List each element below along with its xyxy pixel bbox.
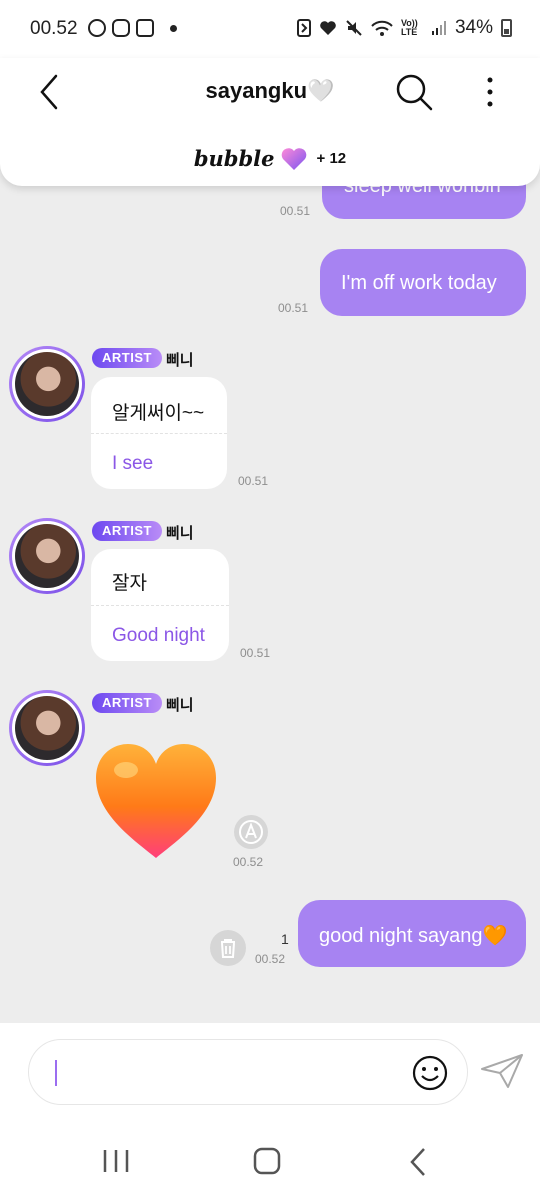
message-time: 00.52	[255, 952, 286, 966]
status-time: 00.52	[30, 18, 78, 39]
system-nav-bar	[0, 1123, 540, 1199]
battery-percent: 34%	[454, 17, 493, 38]
message-text: 잘자	[112, 573, 147, 594]
divider	[91, 605, 229, 606]
translated-text: I see	[112, 453, 154, 474]
trash-icon[interactable]	[209, 929, 247, 967]
heart-icon	[320, 21, 336, 35]
emoji-icon[interactable]	[411, 1054, 449, 1092]
artist-message-card[interactable]: 알게써이~~ I see	[91, 377, 227, 489]
message-text: good night sayang🧡	[319, 925, 508, 947]
instagram-icon	[136, 19, 154, 37]
network-label: Vo)) LTE	[400, 18, 418, 37]
artist-badge: ARTIST	[92, 521, 162, 541]
outgoing-message[interactable]: good night sayang🧡	[298, 900, 526, 967]
more-notifications-dot	[170, 24, 177, 32]
message-time: 00.52	[233, 855, 264, 869]
artist-name: 삐니	[166, 697, 194, 714]
bubble-heart-logo-icon	[281, 147, 306, 170]
subscriber-count: + 12	[316, 150, 347, 167]
orange-heart-emoji-icon[interactable]	[94, 742, 218, 860]
line-icon	[112, 19, 130, 37]
message-time: 00.51	[238, 474, 269, 488]
send-icon[interactable]	[480, 1051, 524, 1091]
translate-icon[interactable]	[232, 813, 270, 851]
signal-icon	[431, 21, 446, 35]
home-icon[interactable]	[253, 1147, 281, 1175]
nfc-icon	[296, 19, 311, 37]
message-time: 00.51	[240, 646, 271, 660]
artist-name: 삐니	[166, 352, 194, 369]
message-time: 00.51	[280, 204, 311, 218]
artist-badge: ARTIST	[92, 348, 162, 368]
artist-message-card[interactable]: 잘자 Good night	[91, 549, 229, 661]
status-bar: 00.52 Vo)) LTE 34%	[0, 0, 540, 58]
artist-avatar[interactable]	[9, 518, 85, 594]
recent-apps-icon[interactable]	[101, 1148, 131, 1174]
mute-icon	[346, 20, 362, 36]
artist-badge: ARTIST	[92, 693, 162, 713]
artist-name: 삐니	[166, 525, 194, 542]
search-icon[interactable]	[394, 72, 434, 112]
more-options-icon[interactable]	[478, 72, 502, 112]
text-caret	[55, 1060, 57, 1086]
message-time: 00.51	[278, 301, 309, 315]
system-icons: Vo)) LTE 34%	[296, 17, 512, 39]
bubble-brand: bubble + 12	[0, 146, 540, 171]
battery-icon	[501, 19, 512, 37]
outgoing-message[interactable]: I'm off work today	[320, 249, 526, 316]
artist-avatar[interactable]	[9, 346, 85, 422]
whatsapp-icon	[88, 19, 106, 37]
back-nav-icon[interactable]	[408, 1147, 430, 1177]
artist-avatar[interactable]	[9, 690, 85, 766]
input-area	[0, 1023, 540, 1123]
chat-title: sayangku🤍	[205, 78, 335, 103]
wifi-icon	[371, 20, 393, 36]
notification-icons	[88, 19, 177, 37]
bubble-logo-text: bubble	[193, 146, 275, 171]
unread-count: 1	[281, 931, 289, 947]
message-input[interactable]	[28, 1039, 468, 1105]
message-text: 알게써이~~	[112, 403, 205, 424]
translated-text: Good night	[112, 625, 205, 646]
message-text: I'm off work today	[341, 272, 497, 294]
divider	[91, 433, 227, 434]
chat-header: sayangku🤍 bubble + 12	[0, 58, 540, 186]
